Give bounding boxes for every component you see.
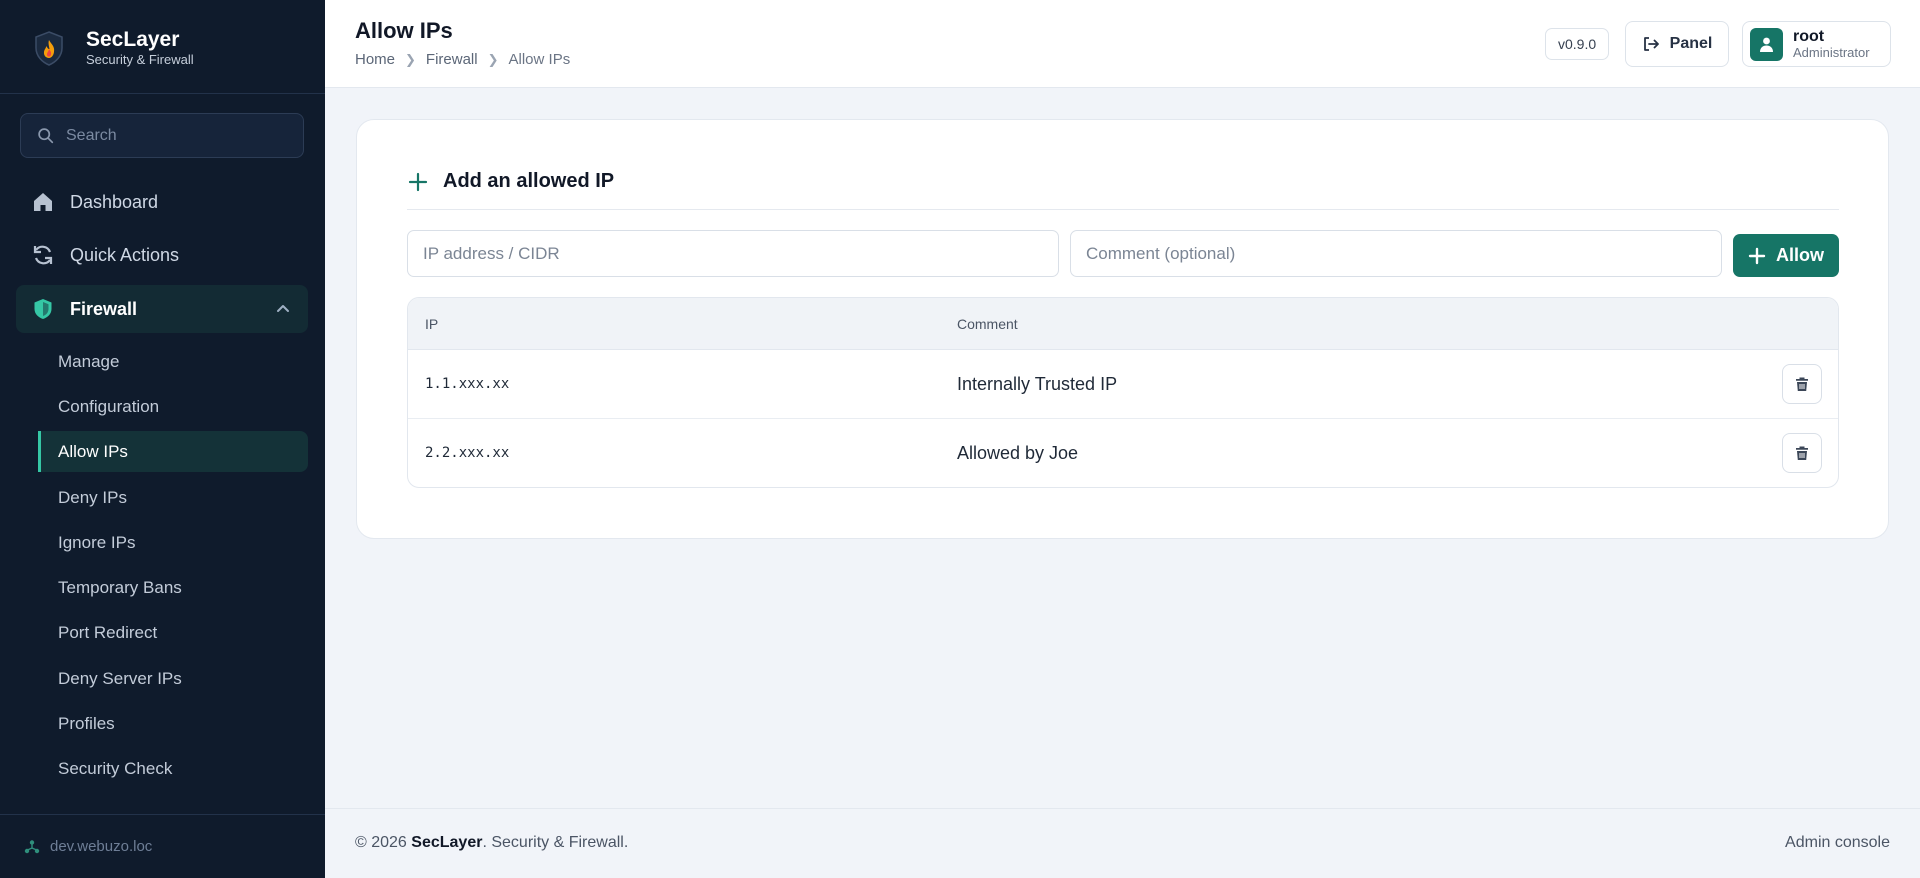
- nav-item-dashboard[interactable]: Dashboard: [16, 178, 308, 226]
- card-title-label: Add an allowed IP: [443, 170, 615, 192]
- footer-brand: SecLayer: [411, 834, 483, 851]
- chevron-up-icon[interactable]: [274, 300, 292, 318]
- brand[interactable]: SecLayer Security & Firewall: [30, 28, 194, 68]
- card-divider: [407, 209, 1839, 210]
- page-footer: © 2026 SecLayer. Security & Firewall. Ad…: [325, 808, 1920, 878]
- allow-button-label: Allow: [1776, 245, 1824, 265]
- avatar: [1750, 27, 1783, 61]
- sidebar-item-profiles[interactable]: Profiles: [38, 703, 308, 744]
- ip-cell: 2.2.xxx.xx: [425, 445, 510, 461]
- ip-cell: 1.1.xxx.xx: [425, 376, 510, 392]
- chevron-right-icon: ❯: [405, 51, 416, 67]
- nav-label-quick-actions: Quick Actions: [70, 244, 180, 265]
- delete-button[interactable]: [1782, 433, 1822, 473]
- copyright-year: © 2026: [355, 834, 407, 851]
- sign-out-icon: [1643, 37, 1659, 51]
- search-box[interactable]: [20, 113, 304, 158]
- allowed-ips-table: IP Comment 1.1.xxx.xx Internally Trusted…: [407, 297, 1839, 488]
- shield-flame-logo-icon: [35, 31, 63, 66]
- sidebar-item-deny-server-ips[interactable]: Deny Server IPs: [38, 658, 308, 699]
- sidebar-item-manage[interactable]: Manage: [38, 341, 308, 382]
- breadcrumb: Home ❯ Firewall ❯ Allow IPs: [355, 51, 570, 68]
- table-row: 1.1.xxx.xx Internally Trusted IP: [408, 350, 1838, 419]
- page-title: Allow IPs: [355, 18, 453, 43]
- ip-address-input[interactable]: [407, 230, 1059, 277]
- comment-cell: Internally Trusted IP: [957, 374, 1118, 394]
- table-header: IP Comment: [408, 298, 1838, 350]
- breadcrumb-current: Allow IPs: [508, 51, 571, 68]
- column-header-comment: Comment: [957, 316, 1018, 332]
- user-name: root: [1793, 28, 1825, 45]
- shield-icon: [34, 299, 52, 319]
- sidebar-divider: [0, 93, 325, 94]
- breadcrumb-home[interactable]: Home: [355, 51, 395, 68]
- column-header-ip: IP: [425, 316, 439, 332]
- search-input[interactable]: [66, 126, 286, 145]
- comment-input[interactable]: [1070, 230, 1722, 277]
- sidebar-item-temporary-bans[interactable]: Temporary Bans: [38, 567, 308, 608]
- card-title: Add an allowed IP: [407, 170, 614, 193]
- user-icon: [1760, 37, 1773, 52]
- refresh-icon: [33, 245, 53, 265]
- allow-ip-card: Add an allowed IP Allow IP Comment 1.1.x…: [356, 119, 1889, 539]
- sidebar-item-allow-ips[interactable]: Allow IPs: [38, 431, 308, 472]
- footer-admin-console: Admin console: [1785, 834, 1890, 851]
- sidebar-item-configuration[interactable]: Configuration: [38, 386, 308, 427]
- trash-icon: [1796, 377, 1808, 391]
- sidebar-footer: dev.webuzo.loc: [0, 814, 325, 878]
- sidebar: SecLayer Security & Firewall Dashboard Q…: [0, 0, 325, 878]
- network-icon: [24, 839, 40, 853]
- chevron-right-icon: ❯: [487, 51, 499, 67]
- plus-icon: [408, 172, 428, 191]
- nav-label-dashboard: Dashboard: [70, 191, 159, 212]
- plus-icon: [1748, 247, 1766, 264]
- allow-button[interactable]: Allow: [1733, 234, 1839, 277]
- home-icon: [34, 193, 52, 211]
- sidebar-item-port-redirect[interactable]: Port Redirect: [38, 612, 308, 653]
- panel-button-label: Panel: [1669, 35, 1713, 52]
- table-row: 2.2.xxx.xx Allowed by Joe: [408, 419, 1838, 487]
- panel-button[interactable]: Panel: [1625, 21, 1729, 67]
- breadcrumb-firewall[interactable]: Firewall: [426, 51, 478, 68]
- nav-item-firewall[interactable]: Firewall: [16, 285, 308, 333]
- footer-suffix: . Security & Firewall.: [482, 834, 629, 851]
- user-menu[interactable]: root Administrator: [1742, 21, 1891, 67]
- footer-copyright: © 2026 SecLayer. Security & Firewall.: [355, 834, 628, 852]
- comment-cell: Allowed by Joe: [957, 443, 1079, 463]
- brand-name: SecLayer: [86, 28, 180, 51]
- sidebar-item-ignore-ips[interactable]: Ignore IPs: [38, 522, 308, 563]
- sidebar-item-security-check[interactable]: Security Check: [38, 748, 308, 789]
- user-role: Administrator: [1793, 45, 1870, 60]
- search-icon: [38, 128, 54, 144]
- brand-tagline: Security & Firewall: [86, 52, 194, 67]
- sidebar-item-deny-ips[interactable]: Deny IPs: [38, 477, 308, 518]
- delete-button[interactable]: [1782, 364, 1822, 404]
- version-badge: v0.9.0: [1545, 28, 1610, 60]
- top-header: Allow IPs Home ❯ Firewall ❯ Allow IPs v0…: [325, 0, 1920, 88]
- nav-label-firewall: Firewall: [70, 298, 138, 319]
- host-name: dev.webuzo.loc: [50, 838, 153, 855]
- trash-icon: [1796, 446, 1808, 460]
- nav-item-quick-actions[interactable]: Quick Actions: [16, 231, 308, 279]
